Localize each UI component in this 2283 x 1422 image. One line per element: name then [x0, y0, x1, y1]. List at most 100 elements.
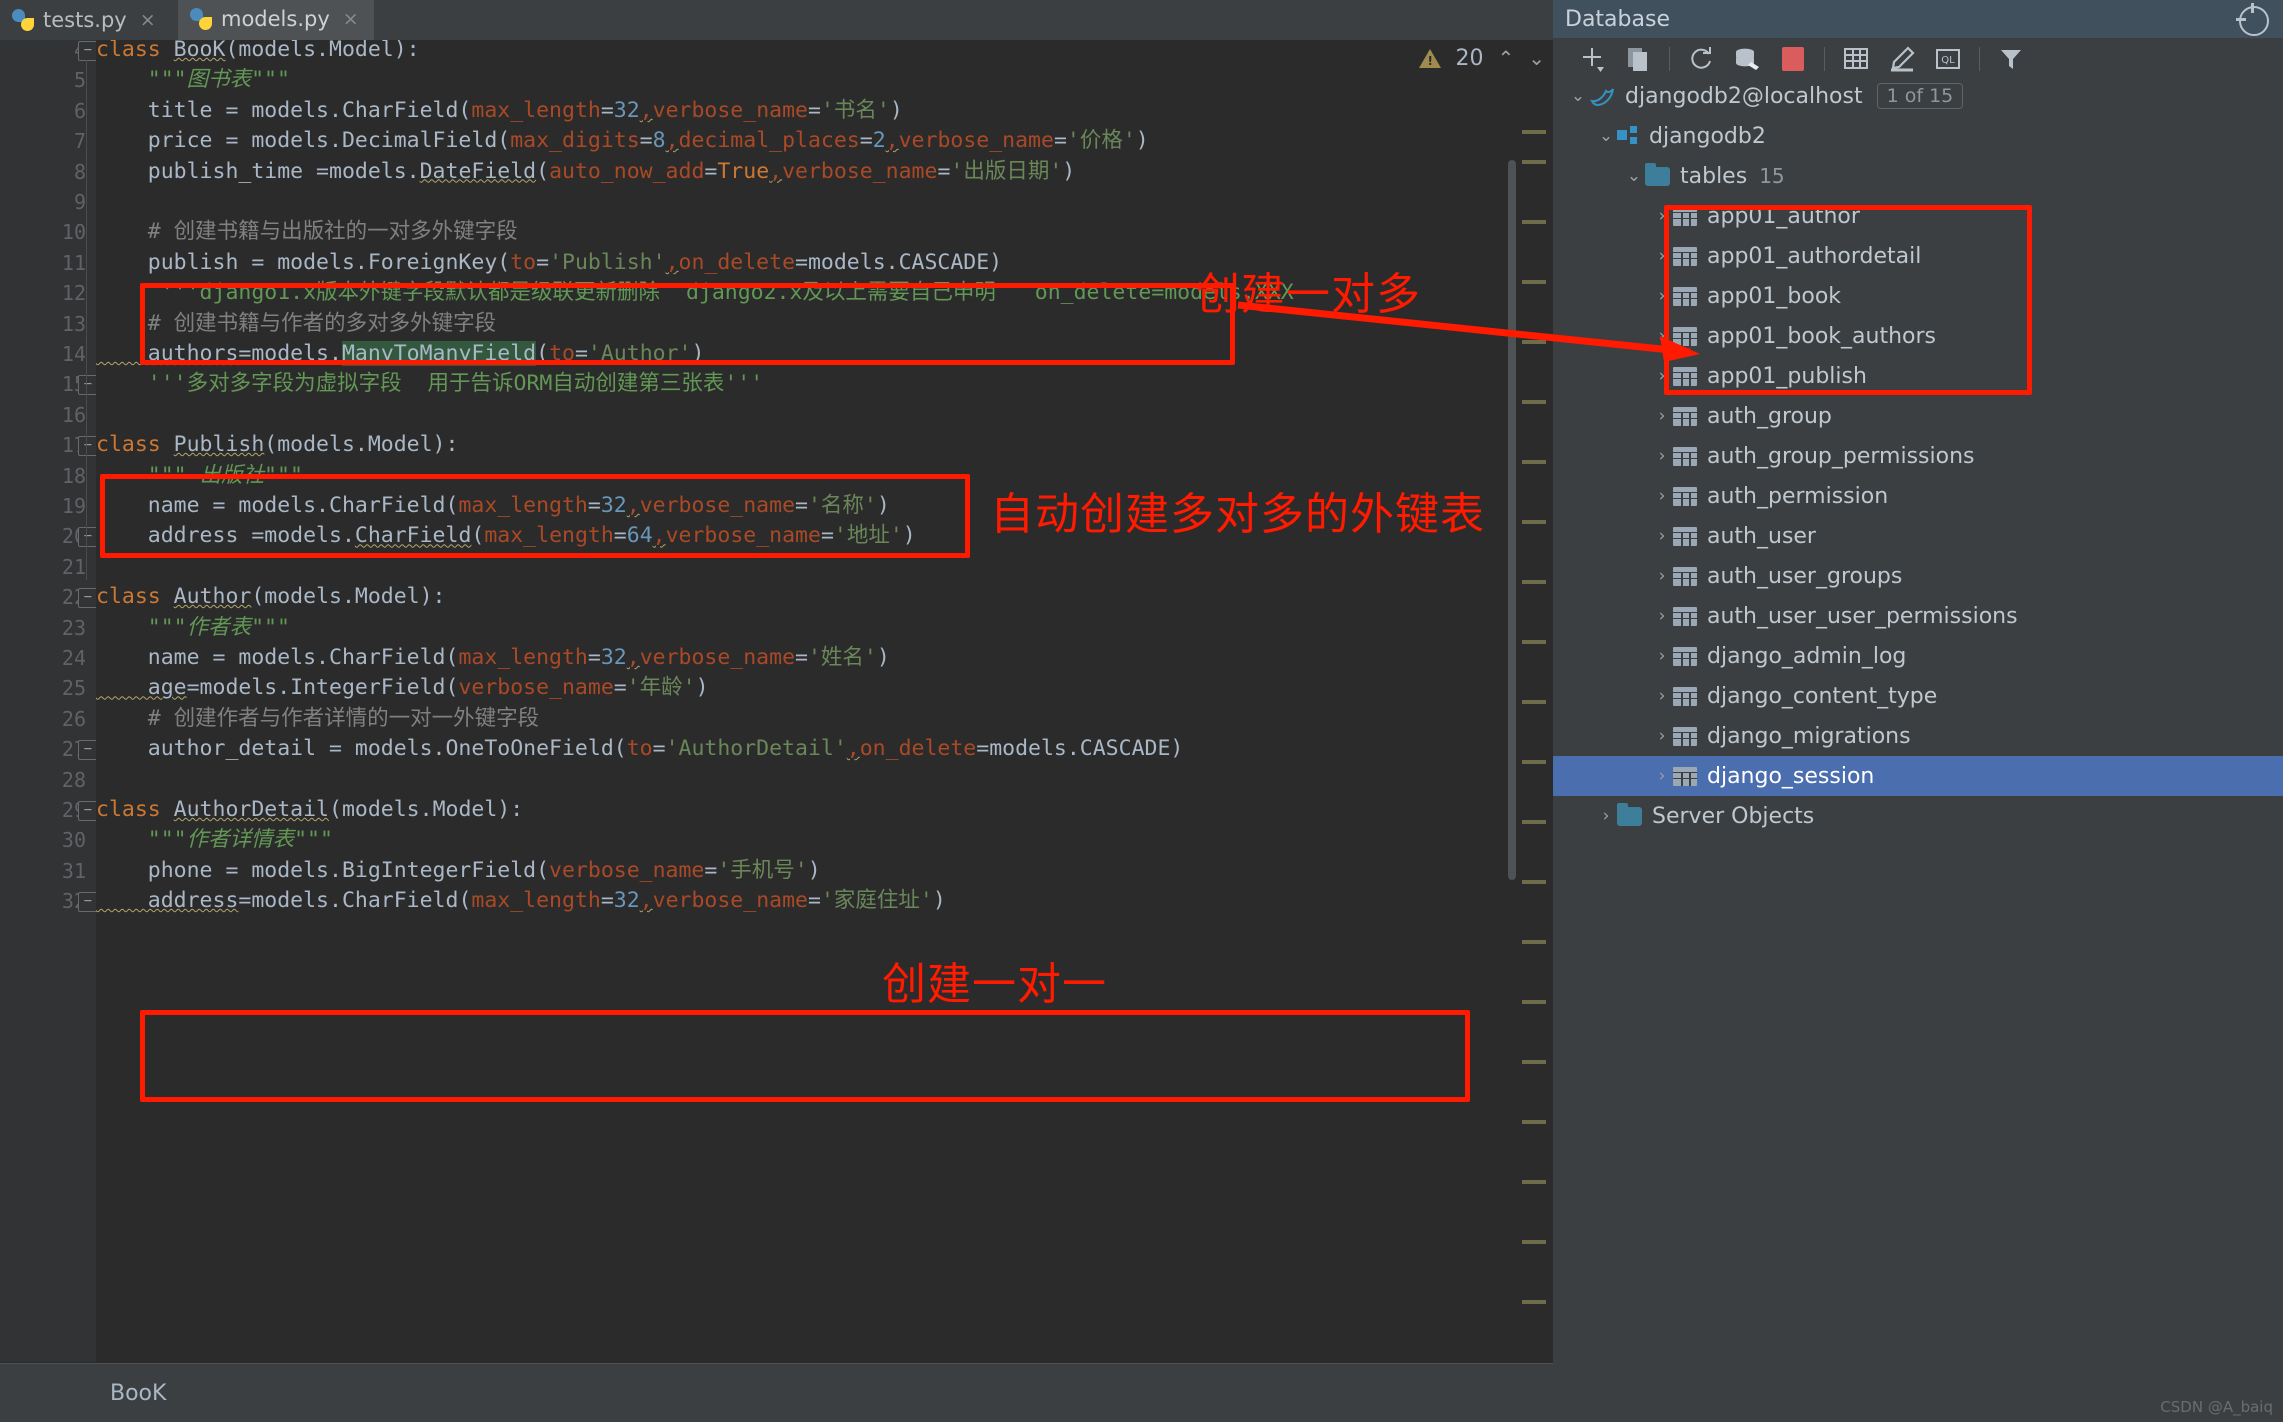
code-line[interactable]: price = models.DecimalField(max_digits=8…	[96, 126, 1149, 156]
tree-node-django_migrations[interactable]: › django_migrations	[1553, 716, 2283, 756]
inspection-marker[interactable]	[1522, 460, 1546, 464]
code-fold-toggle-icon[interactable]: −	[78, 892, 98, 913]
code-line[interactable]: """ 出版社"""	[96, 461, 303, 491]
tree-node-app01_book[interactable]: › app01_book	[1553, 276, 2283, 316]
expand-arrow-icon[interactable]: ›	[1651, 446, 1673, 466]
tree-node-app01_authordetail[interactable]: › app01_authordetail	[1553, 236, 2283, 276]
copy-datasource-button[interactable]	[1615, 42, 1661, 76]
code-line[interactable]: """作者表"""	[96, 613, 290, 643]
code-line[interactable]: publish = models.ForeignKey(to='Publish'…	[96, 248, 1002, 278]
inspection-marker[interactable]	[1522, 1000, 1546, 1004]
inspection-marker[interactable]	[1522, 400, 1546, 404]
editor-tab-tests-py[interactable]: tests.py ×	[0, 0, 165, 40]
inspection-marker[interactable]	[1522, 1120, 1546, 1124]
code-fold-toggle-icon[interactable]: −	[78, 436, 98, 457]
expand-arrow-icon[interactable]: ›	[1651, 206, 1673, 226]
tree-node-djangodb2[interactable]: ⌄ djangodb2	[1553, 116, 2283, 156]
expand-arrow-icon[interactable]: ⌄	[1567, 86, 1589, 106]
expand-arrow-icon[interactable]: ›	[1651, 726, 1673, 746]
inspection-widget[interactable]: 20 ⌃ ⌄	[1335, 40, 1545, 76]
tree-node-auth_user_groups[interactable]: › auth_user_groups	[1553, 556, 2283, 596]
locate-target-icon[interactable]	[2236, 3, 2269, 36]
code-line[interactable]: title = models.CharField(max_length=32,v…	[96, 96, 903, 126]
code-fold-toggle-icon[interactable]: −	[78, 801, 98, 821]
editor-tab-models-py[interactable]: models.py ×	[178, 0, 374, 40]
expand-arrow-icon[interactable]: ›	[1651, 566, 1673, 586]
tree-node-django_session[interactable]: › django_session	[1553, 756, 2283, 796]
expand-arrow-icon[interactable]: ›	[1651, 286, 1673, 306]
code-line[interactable]: '''django1.x版本外键字段默认都是级联更新删除 django2.x及以…	[96, 278, 1294, 308]
chevron-up-icon[interactable]: ⌃	[1497, 46, 1514, 70]
editor-marker-strip[interactable]	[1515, 100, 1553, 1350]
code-line[interactable]: # 创建书籍与出版社的一对多外键字段	[96, 217, 518, 247]
tree-node-auth_group[interactable]: › auth_group	[1553, 396, 2283, 436]
expand-arrow-icon[interactable]: ›	[1651, 606, 1673, 626]
editor-vertical-scrollbar[interactable]	[1508, 160, 1516, 880]
expand-arrow-icon[interactable]: ⌄	[1595, 126, 1617, 146]
code-line[interactable]: class Author(models.Model):	[96, 582, 446, 612]
inspection-marker[interactable]	[1522, 1300, 1546, 1304]
expand-arrow-icon[interactable]: ⌄	[1623, 166, 1645, 186]
close-icon[interactable]: ×	[343, 8, 359, 30]
inspection-marker[interactable]	[1522, 340, 1546, 344]
code-editor[interactable]: class BooK(models.Model): """图书表""" titl…	[96, 40, 1553, 1362]
code-line[interactable]: '''多对多字段为虚拟字段 用于告诉ORM自动创建第三张表'''	[96, 369, 763, 399]
inspection-marker[interactable]	[1522, 160, 1546, 164]
code-line[interactable]: # 创建书籍与作者的多对多外键字段	[96, 309, 496, 339]
expand-arrow-icon[interactable]: ›	[1651, 646, 1673, 666]
tree-node-auth_user_user_permissions[interactable]: › auth_user_user_permissions	[1553, 596, 2283, 636]
inspection-marker[interactable]	[1522, 220, 1546, 224]
code-line[interactable]: address =models.CharField(max_length=64,…	[96, 521, 916, 551]
expand-arrow-icon[interactable]: ›	[1651, 766, 1673, 786]
tree-node-app01_author[interactable]: › app01_author	[1553, 196, 2283, 236]
tree-node-auth_permission[interactable]: › auth_permission	[1553, 476, 2283, 516]
tree-node-auth_user[interactable]: › auth_user	[1553, 516, 2283, 556]
expand-arrow-icon[interactable]: ›	[1651, 686, 1673, 706]
sync-database-button[interactable]	[1724, 42, 1770, 76]
expand-arrow-icon[interactable]: ›	[1651, 366, 1673, 386]
tree-node-djangodb2-localhost[interactable]: ⌄ djangodb2@localhost 1 of 15	[1553, 82, 2283, 116]
code-fold-toggle-icon[interactable]: −	[78, 588, 98, 609]
inspection-marker[interactable]	[1522, 820, 1546, 824]
open-table-editor-button[interactable]	[1833, 42, 1879, 76]
code-line[interactable]: phone = models.BigIntegerField(verbose_n…	[96, 856, 821, 886]
database-tree[interactable]: ⌄ djangodb2@localhost 1 of 15 ⌄ djangodb2 ⌄ ta…	[1553, 82, 2283, 1422]
expand-arrow-icon[interactable]: ›	[1651, 326, 1673, 346]
code-line[interactable]: """图书表"""	[96, 65, 290, 95]
code-line[interactable]: authors=models.ManyToManyField(to='Autho…	[96, 339, 704, 369]
tree-node-django_admin_log[interactable]: › django_admin_log	[1553, 636, 2283, 676]
filter-button[interactable]	[1988, 42, 2034, 76]
inspection-marker[interactable]	[1522, 130, 1546, 134]
tree-node-tables[interactable]: ⌄ tables 15	[1553, 156, 2283, 196]
inspection-marker[interactable]	[1522, 1180, 1546, 1184]
tree-node-auth_group_permissions[interactable]: › auth_group_permissions	[1553, 436, 2283, 476]
code-line[interactable]: class BooK(models.Model):	[96, 40, 420, 65]
inspection-marker[interactable]	[1522, 880, 1546, 884]
stop-button[interactable]	[1770, 42, 1816, 76]
tree-node-django_content_type[interactable]: › django_content_type	[1553, 676, 2283, 716]
code-line[interactable]: # 创建作者与作者详情的一对一外键字段	[96, 704, 539, 734]
expand-arrow-icon[interactable]: ›	[1651, 246, 1673, 266]
code-line[interactable]: age=models.IntegerField(verbose_name='年龄…	[96, 673, 709, 703]
code-fold-toggle-icon[interactable]: −	[78, 740, 98, 761]
tree-node-Server-Objects[interactable]: › Server Objects	[1553, 796, 2283, 836]
inspection-marker[interactable]	[1522, 1060, 1546, 1064]
code-line[interactable]: name = models.CharField(max_length=32,ve…	[96, 491, 890, 521]
inspection-marker[interactable]	[1522, 580, 1546, 584]
code-fold-toggle-icon[interactable]: −	[78, 41, 98, 61]
code-line[interactable]: name = models.CharField(max_length=32,ve…	[96, 643, 890, 673]
inspection-marker[interactable]	[1522, 280, 1546, 284]
inspection-marker[interactable]	[1522, 520, 1546, 524]
code-fold-toggle-icon[interactable]: −	[78, 527, 98, 548]
code-line[interactable]: author_detail = models.OneToOneField(to=…	[96, 734, 1184, 764]
modify-object-button[interactable]	[1879, 42, 1925, 76]
code-line[interactable]: class Publish(models.Model):	[96, 430, 458, 460]
inspection-marker[interactable]	[1522, 1240, 1546, 1244]
tree-node-app01_publish[interactable]: › app01_publish	[1553, 356, 2283, 396]
code-line[interactable]: class AuthorDetail(models.Model):	[96, 795, 523, 825]
refresh-button[interactable]	[1678, 42, 1724, 76]
inspection-marker[interactable]	[1522, 640, 1546, 644]
open-query-console-button[interactable]: QL	[1925, 42, 1971, 76]
code-fold-toggle-icon[interactable]: −	[78, 375, 98, 396]
code-line[interactable]: publish_time =models.DateField(auto_now_…	[96, 157, 1075, 187]
